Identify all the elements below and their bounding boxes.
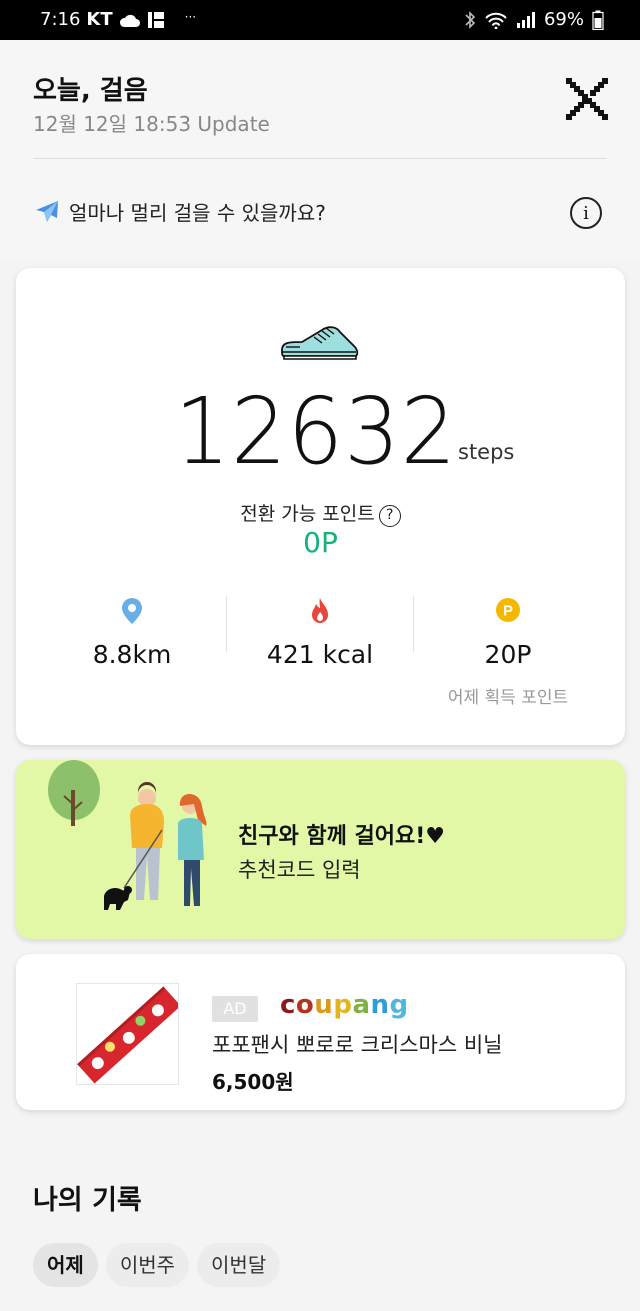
update-timestamp: 12월 12일 18:53 Update [33, 112, 270, 136]
coupang-logo-letter: p [333, 990, 353, 1020]
ad-badge: AD [212, 996, 258, 1022]
tab-this-week[interactable]: 이번주 [105, 1243, 190, 1287]
coupang-ad-card[interactable]: AD coupang 포포팬시 뽀로로 크리스마스 비닐 6,500원 [16, 954, 625, 1110]
walk-question-text: 얼마나 멀리 걸을 수 있을까요? [69, 201, 326, 225]
calorie-stat: 421 kcal [220, 596, 420, 669]
coupang-logo-letter: c [280, 990, 296, 1020]
coupang-logo-letter: n [370, 990, 390, 1020]
status-carrier: KT [86, 9, 113, 30]
point-coin-letter: P [503, 603, 513, 620]
info-button[interactable]: i [570, 197, 602, 229]
info-icon: i [583, 202, 589, 224]
referral-code-link[interactable]: 추천코드 입력 [238, 854, 361, 884]
steps-card: 12632 steps 전환 가능 포인트? 0P 8.8km 421 kcal… [16, 268, 625, 745]
product-thumbnail[interactable] [76, 983, 179, 1085]
gallery-icon [147, 11, 164, 28]
battery-percent: 69% [543, 9, 584, 30]
fire-icon [312, 598, 328, 623]
bluetooth-icon [465, 10, 476, 29]
status-more: ··· [184, 9, 197, 24]
header-divider [33, 158, 607, 159]
yesterday-points-value: 20P [484, 640, 532, 669]
airplane-icon [36, 200, 58, 222]
calorie-value: 421 kcal [266, 640, 374, 669]
step-count: 12632 [174, 378, 458, 485]
records-tabs: 어제 이번주 이번달 [33, 1243, 281, 1287]
coupang-logo-letter: g [389, 990, 409, 1020]
status-time: 7:16 [40, 9, 81, 30]
yesterday-points-label: 어제 획득 포인트 [447, 688, 569, 708]
walking-couple-illustration [48, 760, 207, 910]
walk-question: 얼마나 멀리 걸을 수 있을까요? [33, 197, 326, 226]
signal-icon [516, 11, 535, 28]
help-icon[interactable]: ? [378, 505, 401, 527]
battery-icon [592, 10, 604, 30]
convertible-points-value: 0P [303, 526, 338, 559]
point-coin-icon: P [496, 598, 520, 622]
status-bar: 7:16 KT ··· 69% [0, 0, 640, 40]
page-title: 오늘, 걸음 [33, 76, 148, 106]
invite-friend-banner[interactable]: 친구와 함께 걸어요!♥ 추천코드 입력 [16, 760, 625, 939]
coupang-logo: coupang [280, 990, 409, 1020]
close-button[interactable] [562, 74, 612, 124]
coupang-logo-letter: a [352, 990, 371, 1020]
distance-value: 8.8km [92, 640, 172, 669]
steps-unit: steps [458, 440, 515, 464]
product-image [77, 986, 178, 1084]
cloud-icon [119, 14, 140, 27]
distance-stat: 8.8km [32, 596, 232, 669]
wifi-icon [485, 12, 507, 29]
coupang-logo-letter: u [314, 990, 334, 1020]
invite-title: 친구와 함께 걸어요!♥ [238, 824, 445, 849]
tab-yesterday[interactable]: 어제 [33, 1243, 98, 1287]
sneaker-icon [281, 326, 359, 360]
tab-this-month[interactable]: 이번달 [197, 1243, 281, 1287]
location-pin-icon [122, 598, 142, 624]
yesterday-points-stat: P 20P 어제 획득 포인트 [408, 596, 608, 708]
product-price: 6,500원 [212, 1070, 294, 1094]
my-records-title: 나의 기록 [33, 1185, 142, 1216]
close-icon [566, 78, 608, 120]
convertible-points-label: 전환 가능 포인트? [16, 499, 625, 527]
coupang-logo-letter: o [295, 990, 315, 1020]
product-name: 포포팬시 뽀로로 크리스마스 비닐 [212, 1033, 503, 1057]
